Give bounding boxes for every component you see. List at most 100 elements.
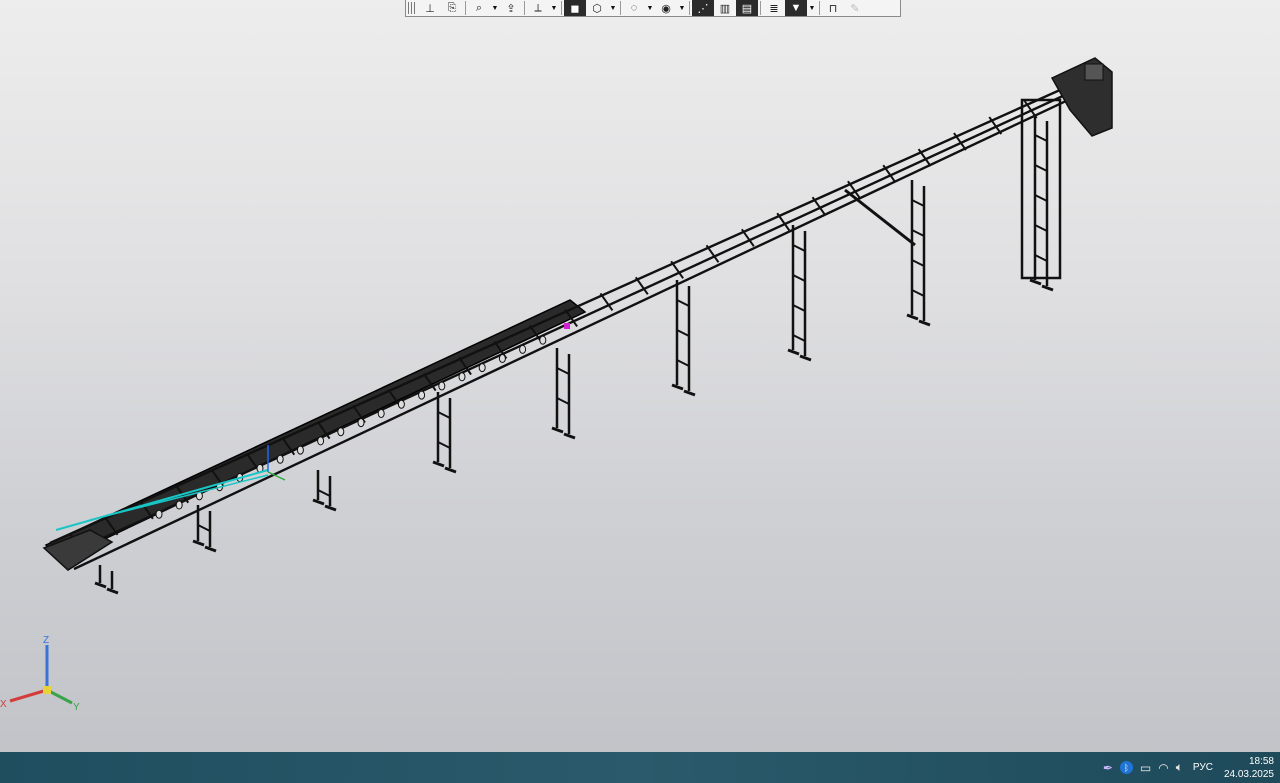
frame-cutout [397,399,405,409]
support-legs [94,98,1062,595]
orient-icon: ⟂ [534,1,542,14]
wireframe-cube-icon: ⬡ [592,2,602,15]
toolbar-separator [465,1,466,15]
frame-cutout [418,390,426,400]
pan-icon: ⇪ [506,2,516,15]
frame-cutout [498,353,506,363]
toolbar-grip[interactable] [408,2,416,14]
toolbar-separator [561,1,562,15]
frame-cutout [175,500,183,510]
document-button[interactable]: ⎘ [441,0,463,16]
frame-cutout [438,381,446,391]
toolbar-separator [819,1,820,15]
conveyor-model[interactable]: Z X Y [0,0,1280,752]
clock[interactable]: 18:58 24.03.2025 [1224,755,1274,781]
toolbar-separator [620,1,621,15]
clock-date: 24.03.2025 [1223,768,1274,780]
dropdown-arrow-icon[interactable]: ▼ [677,5,687,12]
measure-button[interactable]: ⊓ [822,0,844,16]
wifi-icon[interactable]: ◠ [1158,761,1168,775]
z-axis-label: Z [43,635,49,646]
constraints-button[interactable]: ⋰ [692,0,714,16]
frame-cutout [539,335,547,345]
y-axis-label: Y [73,702,80,713]
frame-cutout [296,445,304,455]
zoom-button[interactable]: ⌕ [468,0,490,16]
toolbar-separator [524,1,525,15]
sketch-icon: ⊥ [425,2,435,15]
constraints-icon: ⋰ [697,2,709,15]
document-icon: ⎘ [447,1,457,14]
toolbar-separator [689,1,690,15]
support-leg [906,180,931,327]
dropdown-arrow-icon[interactable]: ▼ [645,5,655,12]
frame-cutout [357,418,365,428]
frame-cutout [276,454,284,464]
filter-icon: ▼ [790,2,802,14]
support-leg [94,565,119,595]
frame-cutout [458,372,466,382]
language-indicator[interactable]: РУС [1193,762,1213,773]
support-leg [671,280,696,397]
support-leg [432,392,457,474]
hide-button[interactable]: ◌ [623,0,645,16]
motor [1084,63,1104,81]
frame-rail [61,94,1065,559]
3d-viewport[interactable]: Z X Y ⊥ ⎘ ⌕ ▼ ⇪ ⟂ ▼ ◼ ⬡ ▼ ◌ ▼ ◉ ▼ ⋰ ▥ ▤ ≣ ▼ ▼ ⊓ ✎ [0,0,1280,752]
frame-cutout [155,509,163,519]
toolbar-separator [760,1,761,15]
display-mode-button[interactable]: ◉ [655,0,677,16]
origin-marker [43,686,51,694]
frame-cutout [478,363,486,373]
battery-icon[interactable]: ▭ [1140,761,1151,775]
support-leg [787,225,812,362]
diagonal-brace [844,188,916,247]
frame-cutout [377,408,385,418]
filter-button[interactable]: ▼ [785,0,807,16]
layers-icon: ▥ [719,2,731,15]
support-leg [1029,115,1054,292]
volume-icon[interactable]: 🔈︎ [1176,760,1183,775]
pan-button[interactable]: ⇪ [500,0,522,16]
dropdown-arrow-icon[interactable]: ▼ [608,5,618,12]
dropdown-arrow-icon[interactable]: ▼ [490,5,500,12]
conveyor-frame [44,88,1068,571]
pencil-button[interactable]: ✎ [844,0,866,16]
windows-taskbar: ✒ ᛒ ▭ ◠ 🔈︎ РУС 18:58 24.03.2025 [0,752,1280,783]
frame-cutout [337,427,345,437]
view-toolbar: ⊥ ⎘ ⌕ ▼ ⇪ ⟂ ▼ ◼ ⬡ ▼ ◌ ▼ ◉ ▼ ⋰ ▥ ▤ ≣ ▼ ▼ ⊓ ✎ [405,0,901,17]
marker-point [564,323,570,329]
hide-icon: ◌ [630,2,638,14]
wireframe-cube-button[interactable]: ⬡ [586,0,608,16]
sheet-icon: ▤ [741,2,753,15]
orient-button[interactable]: ⟂ [527,0,549,16]
sheet-button[interactable]: ▤ [736,0,758,16]
axis-triad: Z X Y [0,635,80,713]
dropdown-arrow-icon[interactable]: ▼ [549,5,559,12]
stack-button[interactable]: ≣ [763,0,785,16]
pen-icon[interactable]: ✒ [1103,761,1113,775]
frame-cutout [519,344,527,354]
sight-line [55,469,269,531]
tail-end [42,529,114,571]
layers-button[interactable]: ▥ [714,0,736,16]
x-axis-label: X [0,699,7,710]
zoom-icon: ⌕ [475,1,483,14]
frame-cutout [317,436,325,446]
shaded-cube-button[interactable]: ◼ [564,0,586,16]
sight-line [89,474,269,521]
pencil-icon: ✎ [850,2,860,15]
x-axis [9,688,48,703]
stack-icon: ≣ [769,2,779,15]
frame-rail [73,99,1068,571]
measure-icon: ⊓ [828,2,838,15]
bluetooth-icon[interactable]: ᛒ [1119,761,1133,774]
support-leg [551,348,576,440]
dropdown-arrow-icon[interactable]: ▼ [807,5,817,12]
shaded-cube-icon: ◼ [570,2,580,15]
support-leg [312,470,337,512]
sketch-button[interactable]: ⊥ [419,0,441,16]
system-tray: ✒ ᛒ ▭ ◠ 🔈︎ РУС 18:58 24.03.2025 [1103,752,1274,783]
clock-time: 18:58 [1248,755,1274,767]
head-tower [1020,98,1062,280]
